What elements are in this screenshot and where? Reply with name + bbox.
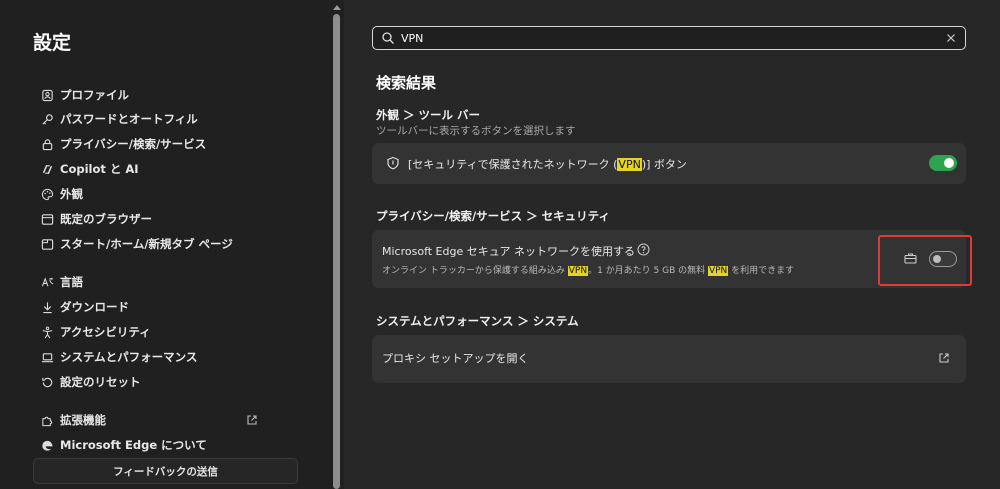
sidebar-item-label: パスワードとオートフィル	[60, 112, 198, 126]
sidebar-item-label: プライバシー/検索/サービス	[60, 137, 207, 151]
sidebar-item-language[interactable]: 言語	[40, 271, 83, 293]
sidebar-item-label: システムとパフォーマンス	[60, 350, 198, 364]
profile-icon	[40, 88, 54, 102]
search-highlight: VPN	[617, 158, 642, 171]
sidebar-item-profile[interactable]: プロファイル	[40, 84, 129, 106]
sidebar-item-label: プロファイル	[60, 88, 129, 102]
sidebar-item-downloads[interactable]: ダウンロード	[40, 296, 129, 318]
sidebar-item-system[interactable]: システムとパフォーマンス	[40, 346, 197, 368]
download-icon	[40, 300, 54, 314]
search-highlight: VPN	[567, 266, 589, 276]
sidebar-item-privacy[interactable]: プライバシー/検索/サービス	[40, 133, 206, 155]
laptop-icon	[40, 350, 54, 364]
sidebar-item-label: 外観	[60, 187, 83, 201]
palette-icon	[40, 187, 54, 201]
proxy-label: プロキシ セットアップを開く	[382, 352, 529, 365]
search-highlight: VPN	[707, 266, 729, 276]
section-title-system: システムとパフォーマンス ＞ システム	[376, 314, 579, 328]
section-subtitle-toolbar: ツールバーに表示するボタンを選択します	[376, 125, 576, 137]
sidebar-item-start-home[interactable]: スタート/ホーム/新規タブ ページ	[40, 233, 233, 255]
sidebar-item-reset[interactable]: 設定のリセット	[40, 371, 141, 393]
sidebar-item-label: 既定のブラウザー	[60, 212, 152, 226]
sidebar-item-label: Copilot と AI	[60, 162, 139, 176]
sidebar-item-label: Microsoft Edge について	[60, 438, 207, 452]
sidebar-item-label: ダウンロード	[60, 300, 129, 314]
section-title-toolbar: 外観 ＞ ツール バー	[376, 108, 481, 122]
secure-network-description: オンライン トラッカーから保護する組み込み VPN。1 か月あたり 5 GB の…	[382, 266, 795, 276]
sidebar-item-appearance[interactable]: 外観	[40, 183, 83, 205]
sidebar-item-default-browser[interactable]: 既定のブラウザー	[40, 208, 152, 230]
feedback-button[interactable]: フィードバックの送信	[33, 458, 298, 484]
shield-icon	[387, 156, 399, 170]
sidebar-item-extensions[interactable]: 拡張機能	[40, 409, 106, 431]
sidebar-item-about[interactable]: Microsoft Edge について	[40, 434, 207, 456]
key-icon	[40, 112, 54, 126]
sidebar: 設定 プロファイル パスワードとオートフィル プライバシー/検索/サービス Co…	[0, 0, 330, 489]
scroll-up-icon[interactable]	[333, 5, 341, 10]
section-title-security: プライバシー/検索/サービス ＞ セキュリティ	[376, 209, 610, 223]
search-icon	[382, 32, 394, 44]
search-box[interactable]	[372, 26, 966, 50]
lock-icon	[40, 137, 54, 151]
search-input[interactable]	[401, 31, 946, 45]
sidebar-item-label: アクセシビリティ	[60, 325, 151, 339]
vpn-button-label: [セキュリティで保護されたネットワーク (VPN)] ボタン	[408, 158, 687, 171]
accessibility-icon	[40, 325, 54, 339]
secure-network-label: Microsoft Edge セキュア ネットワークを使用する	[382, 245, 636, 258]
sidebar-item-label: スタート/ホーム/新規タブ ページ	[60, 237, 233, 251]
sidebar-scrollbar[interactable]	[330, 0, 344, 489]
sidebar-title: 設定	[33, 32, 72, 54]
reset-icon	[40, 375, 54, 389]
vpn-button-toggle[interactable]	[929, 155, 957, 171]
browser-icon	[40, 212, 54, 226]
scroll-thumb[interactable]	[333, 14, 340, 489]
sidebar-item-copilot[interactable]: Copilot と AI	[40, 158, 139, 180]
setting-card-proxy[interactable]: プロキシ セットアップを開く	[372, 335, 966, 383]
help-icon[interactable]	[637, 243, 650, 256]
setting-card-secure-network: Microsoft Edge セキュア ネットワークを使用する オンライン トラ…	[372, 230, 966, 288]
external-link-icon[interactable]	[938, 352, 950, 364]
setting-card-vpn-button: [セキュリティで保護されたネットワーク (VPN)] ボタン	[372, 143, 966, 184]
close-icon[interactable]	[946, 33, 956, 43]
sidebar-item-accessibility[interactable]: アクセシビリティ	[40, 321, 151, 343]
external-link-icon[interactable]	[246, 414, 258, 426]
results-heading: 検索結果	[376, 74, 437, 92]
sidebar-item-label: 拡張機能	[60, 413, 106, 427]
sidebar-item-label: 設定のリセット	[60, 375, 141, 389]
sidebar-item-label: 言語	[60, 275, 83, 289]
annotation-highlight-box	[878, 235, 972, 286]
puzzle-icon	[40, 413, 54, 427]
copilot-icon	[40, 162, 54, 176]
sidebar-item-passwords[interactable]: パスワードとオートフィル	[40, 108, 198, 130]
language-icon	[40, 275, 54, 289]
edge-icon	[40, 438, 54, 452]
home-tab-icon	[40, 237, 54, 251]
settings-content: 検索結果 外観 ＞ ツール バー ツールバーに表示するボタンを選択します [セキ…	[344, 0, 1000, 489]
toggle-knob	[944, 158, 954, 168]
